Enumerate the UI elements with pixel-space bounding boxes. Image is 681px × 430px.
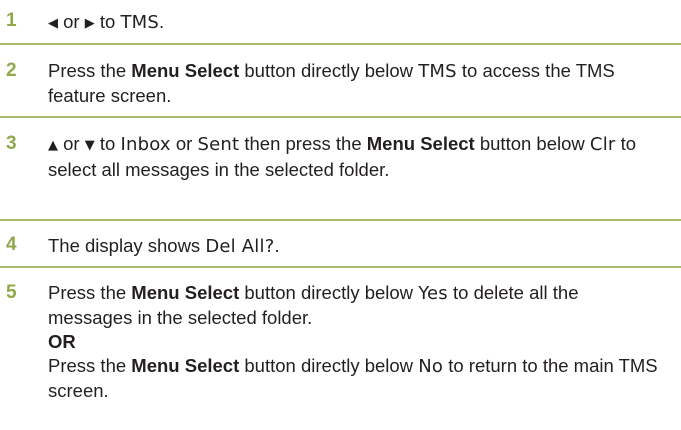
text-segment: button directly below xyxy=(239,355,419,376)
step-text: Press the Menu Select button directly be… xyxy=(48,281,661,403)
lcd-text: No xyxy=(418,356,444,377)
lcd-text: Del All? xyxy=(205,236,275,257)
divider xyxy=(0,219,681,221)
step-number: 4 xyxy=(6,234,17,255)
step-text: ▲ or ▼ to Inbox or Sent then press the M… xyxy=(48,132,661,182)
text-segment: The display shows xyxy=(48,235,206,256)
text-segment: button directly below xyxy=(239,60,419,81)
text-segment: or xyxy=(175,133,193,154)
lcd-text: TMS xyxy=(120,12,160,33)
divider xyxy=(0,43,681,45)
step-number: 5 xyxy=(6,282,17,303)
to-text: to xyxy=(99,11,116,32)
lcd-text: Clr xyxy=(589,134,616,155)
right-arrow-icon: ▶ xyxy=(84,16,95,31)
text-segment: then press the xyxy=(244,133,362,154)
period: . xyxy=(159,11,165,32)
up-arrow-icon: ▲ xyxy=(48,138,58,153)
text-segment: . xyxy=(274,235,280,256)
or-separator: OR xyxy=(48,331,76,352)
step-number: 2 xyxy=(6,60,17,81)
divider xyxy=(0,116,681,118)
text-segment: button below xyxy=(479,133,585,154)
procedure-steps: 1 ◀ or ▶ to TMS. 2 Press the Menu Select… xyxy=(0,0,681,430)
or-text: or xyxy=(63,11,80,32)
step-text: ◀ or ▶ to TMS. xyxy=(48,10,661,36)
text-segment: or xyxy=(63,133,80,154)
text-segment: to xyxy=(99,133,116,154)
down-arrow-icon: ▼ xyxy=(84,138,95,153)
step-text: The display shows Del All?. xyxy=(48,234,661,259)
text-segment: Press the xyxy=(48,355,132,376)
left-arrow-icon: ◀ xyxy=(48,16,58,31)
menu-select-button-ref: Menu Select xyxy=(131,355,240,376)
lcd-text: TMS xyxy=(418,61,457,82)
text-segment: Press the xyxy=(48,282,132,303)
menu-select-button-ref: Menu Select xyxy=(131,282,240,303)
step-text: Press the Menu Select button directly be… xyxy=(48,59,661,108)
lcd-text: Sent xyxy=(197,134,240,155)
divider xyxy=(0,266,681,268)
menu-select-button-ref: Menu Select xyxy=(366,133,475,154)
text-segment: Press the xyxy=(48,60,132,81)
lcd-text: Yes xyxy=(418,283,448,304)
step-number: 3 xyxy=(6,133,17,154)
step-number: 1 xyxy=(6,10,17,31)
text-segment: button directly below xyxy=(239,282,419,303)
menu-select-button-ref: Menu Select xyxy=(131,60,240,81)
lcd-text: Inbox xyxy=(120,134,171,155)
